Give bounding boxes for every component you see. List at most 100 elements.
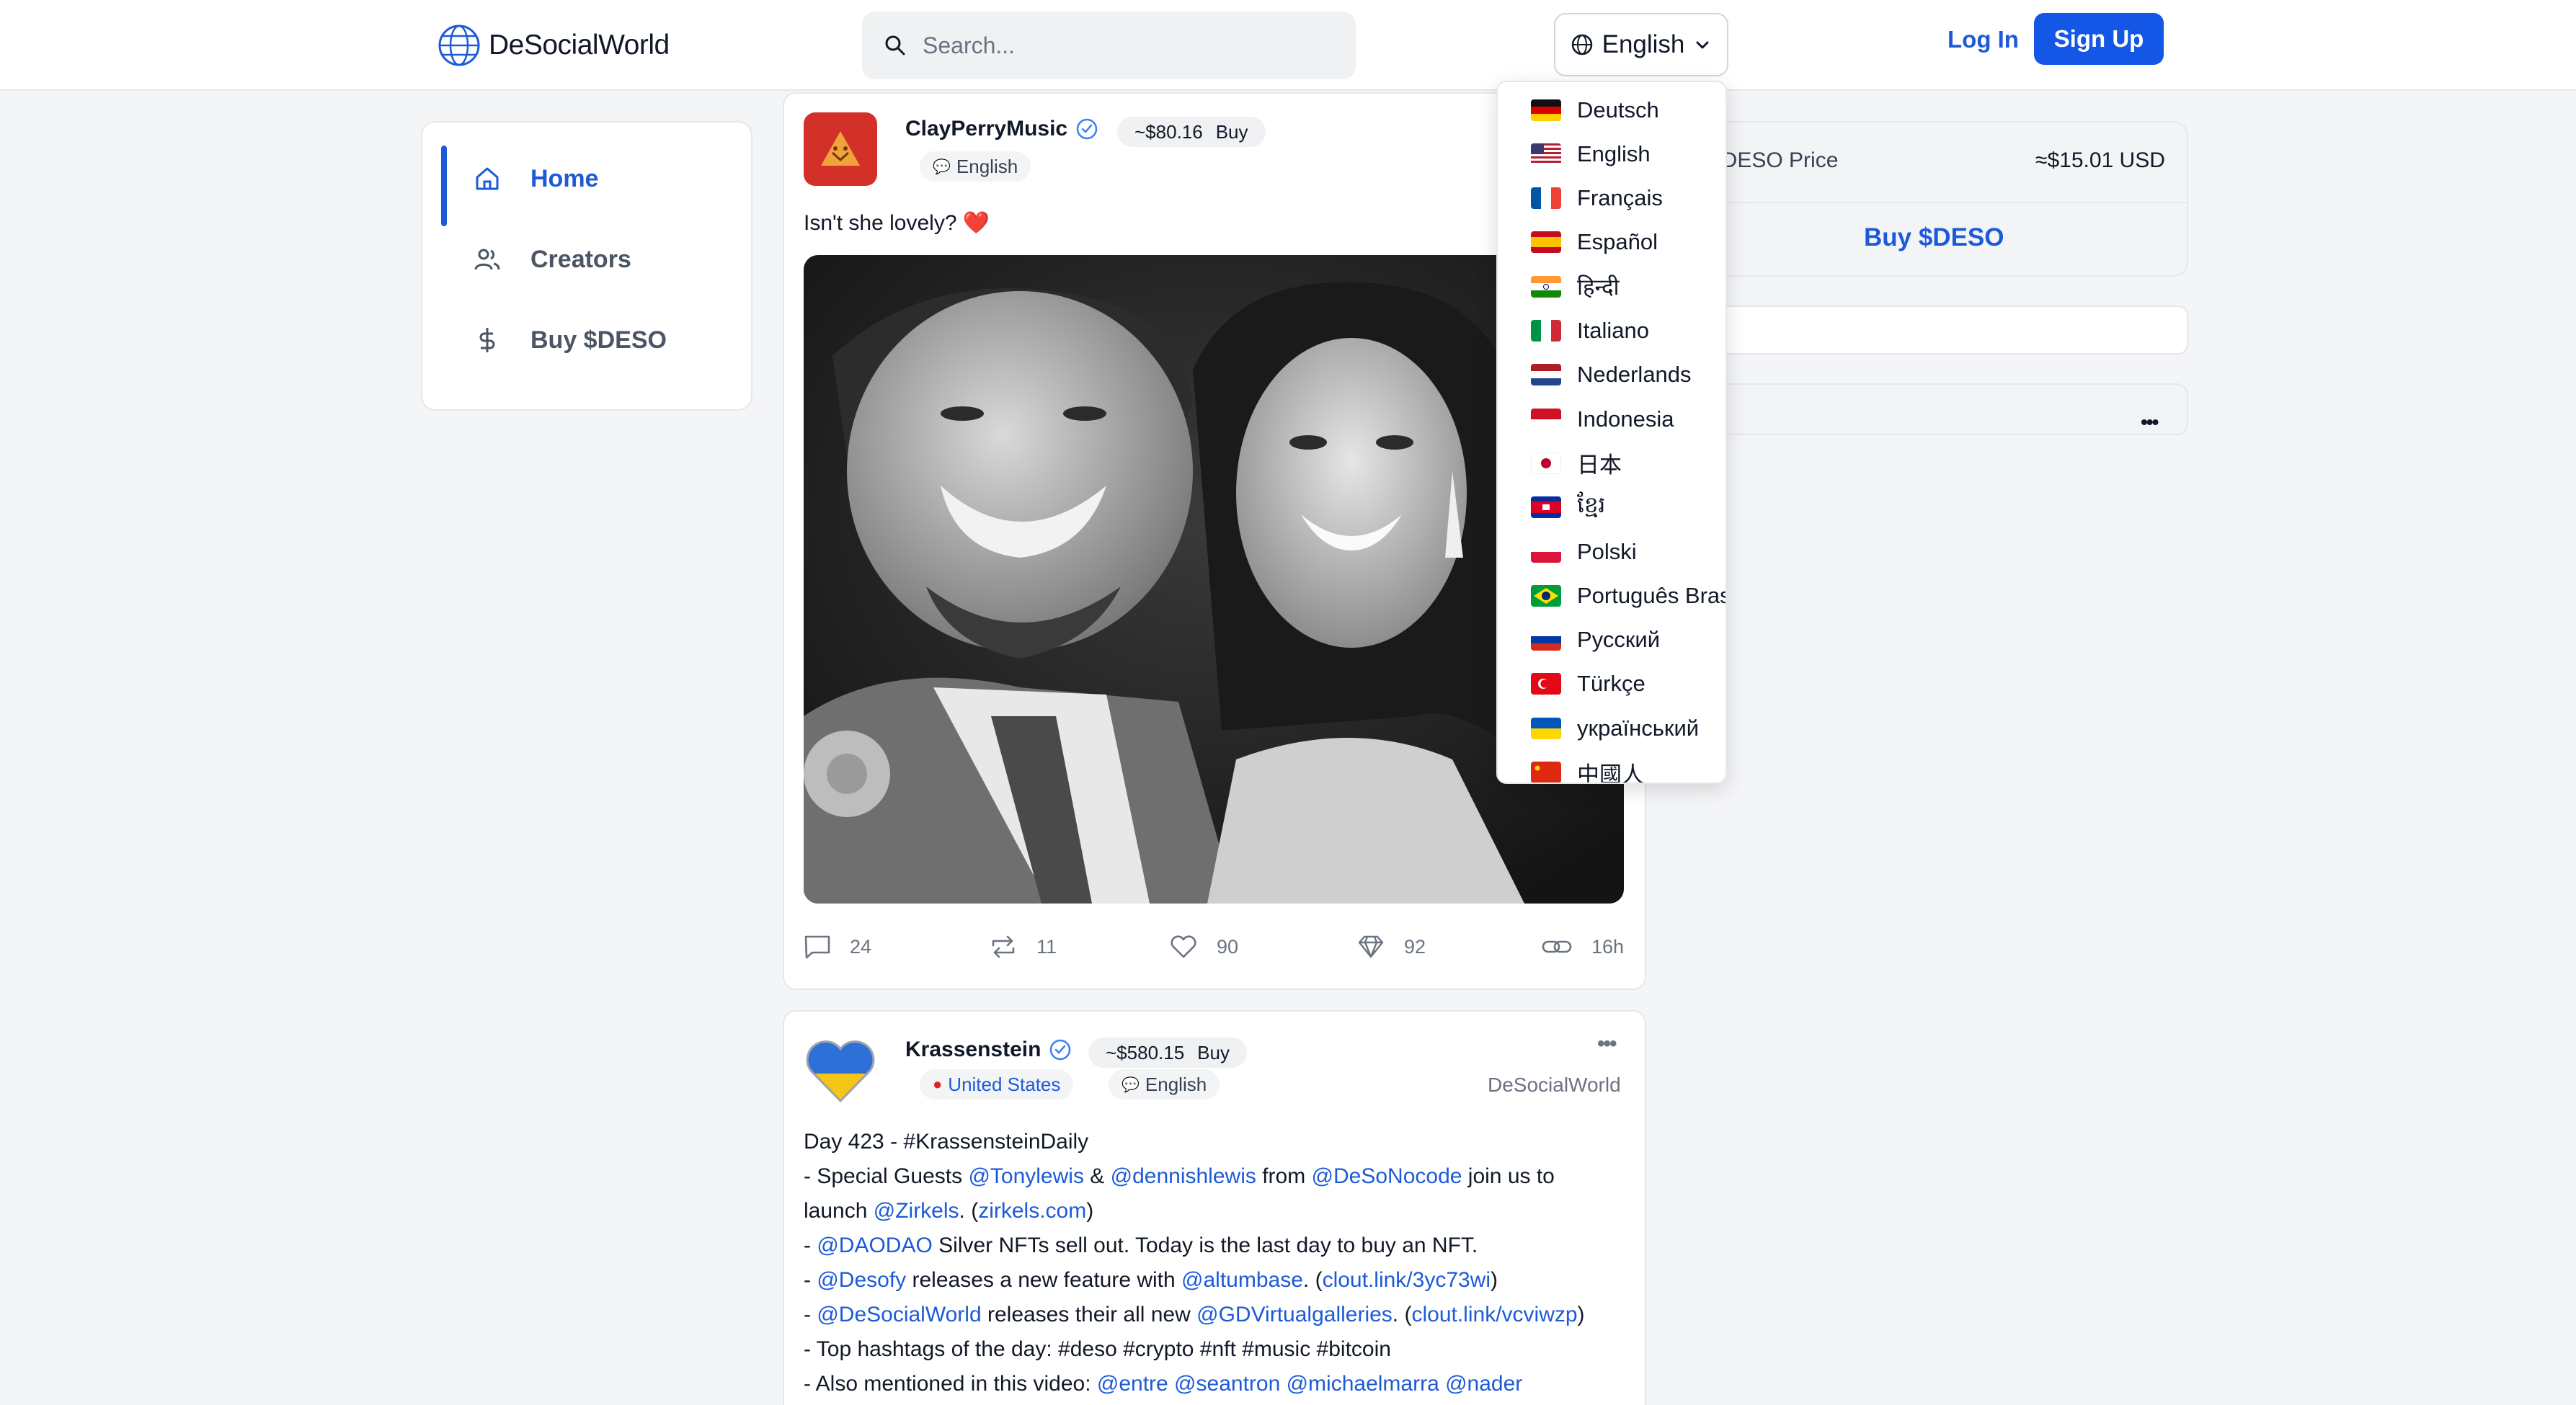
language-option-tr[interactable]: Türkçe <box>1498 662 1726 706</box>
sidebar-item-creators[interactable]: Creators <box>444 225 732 294</box>
flag-tr-icon <box>1531 673 1561 695</box>
inline-link[interactable]: @altumbase <box>1181 1268 1303 1292</box>
post-text-segment: Day 423 - #KrassensteinDaily <box>804 1130 1089 1154</box>
comment-count: 24 <box>850 935 872 958</box>
language-selector[interactable]: English <box>1554 13 1728 76</box>
username[interactable]: ClayPerryMusic <box>905 117 1067 141</box>
language-option-label: Русский <box>1577 627 1661 653</box>
more-options-icon[interactable]: ••• <box>2141 411 2159 434</box>
language-option-label: ខ្មែរ <box>1577 491 1606 517</box>
buy-coin-button[interactable]: Buy <box>1216 121 1248 143</box>
inline-link[interactable]: @GDVirtualgalleries <box>1196 1303 1393 1326</box>
avatar[interactable] <box>804 112 877 186</box>
sidebar-panel <box>1676 305 2188 354</box>
language-option-label: Polski <box>1577 538 1637 564</box>
flag-fr-icon <box>1531 187 1561 210</box>
language-option-id[interactable]: Indonesia <box>1498 397 1726 441</box>
post-text-segment: releases a new feature with <box>906 1268 1182 1292</box>
repost-button[interactable]: 11 <box>989 934 1057 960</box>
location-tag[interactable]: ● United States <box>920 1069 1074 1100</box>
language-selector-label: English <box>1602 30 1685 58</box>
inline-link[interactable]: @entre @seantron @michaelmarra @nader <box>1097 1372 1522 1396</box>
search-bar[interactable] <box>862 12 1356 79</box>
post-author[interactable]: ClayPerryMusic <box>905 117 1099 141</box>
deso-price-label: $DESO Price <box>1710 148 1839 172</box>
flag-ru-icon <box>1531 629 1561 651</box>
language-tag-label: English <box>1145 1073 1207 1095</box>
flag-cn-icon <box>1531 762 1561 782</box>
inline-link[interactable]: @DeSoNocode <box>1312 1164 1462 1188</box>
language-option-ru[interactable]: Русский <box>1498 618 1726 662</box>
inline-link[interactable]: @DeSocialWorld <box>817 1303 981 1326</box>
sidebar-item-home[interactable]: Home <box>444 144 732 213</box>
more-options-icon[interactable]: ••• <box>1597 1032 1617 1056</box>
post-text-segment: Silver NFTs sell out. Today is the last … <box>932 1234 1478 1257</box>
search-input[interactable] <box>923 32 1326 59</box>
post-text-segment: from <box>1256 1164 1312 1188</box>
language-option-label: Español <box>1577 229 1658 255</box>
comment-button[interactable]: 24 <box>804 934 871 960</box>
login-link[interactable]: Log In <box>1947 26 2019 53</box>
sidebar-item-buy-deso[interactable]: Buy $DESO <box>444 305 732 375</box>
avatar[interactable] <box>804 1033 877 1107</box>
map-pin-icon: ● <box>933 1075 943 1093</box>
language-option-nl[interactable]: Nederlands <box>1498 353 1726 397</box>
creator-coin-pill[interactable]: ~$80.16 Buy <box>1117 117 1266 147</box>
flag-id-icon <box>1531 408 1561 430</box>
language-option-it[interactable]: Italiano <box>1498 309 1726 353</box>
copy-link-button[interactable]: 16h <box>1541 934 1624 960</box>
language-option-us[interactable]: English <box>1498 132 1726 176</box>
flag-in-icon <box>1531 275 1561 298</box>
post-line: - Top hashtags of the day: #deso #crypto… <box>804 1332 1633 1367</box>
sidebar-item-label: Home <box>530 164 599 192</box>
language-option-label: Indonesia <box>1577 406 1674 432</box>
language-option-ua[interactable]: український <box>1498 706 1726 750</box>
search-icon <box>885 35 905 55</box>
language-option-fr[interactable]: Français <box>1498 177 1726 220</box>
language-option-cn[interactable]: 中國人 <box>1498 751 1726 784</box>
inline-link[interactable]: @DAODAO <box>817 1234 932 1257</box>
inline-link[interactable]: clout.link/3yc73wi <box>1323 1268 1491 1292</box>
inline-link[interactable]: @Desofy <box>817 1268 906 1292</box>
language-option-label: 中國人 <box>1577 762 1644 784</box>
dollar-icon <box>479 328 495 352</box>
verified-icon <box>1076 118 1098 140</box>
diamond-button[interactable]: 92 <box>1356 934 1426 960</box>
buy-coin-button[interactable]: Buy <box>1197 1042 1230 1064</box>
language-tag: 💬 English <box>1109 1069 1220 1100</box>
sidebar-item-label: Creators <box>530 245 631 273</box>
chevron-down-icon <box>1696 41 1709 49</box>
creator-coin-pill[interactable]: ~$580.15 Buy <box>1088 1038 1247 1068</box>
username[interactable]: Krassenstein <box>905 1038 1041 1062</box>
signup-button[interactable]: Sign Up <box>2034 13 2164 65</box>
users-icon <box>474 249 500 270</box>
avatar-art-icon <box>821 131 860 166</box>
inline-link[interactable]: @Tonylewis <box>968 1164 1084 1188</box>
inline-link[interactable]: zirkels.com <box>978 1199 1086 1223</box>
language-option-pl[interactable]: Polski <box>1498 530 1726 574</box>
language-option-kh[interactable]: ខ្មែរ <box>1498 486 1726 530</box>
inline-link[interactable]: @Zirkels <box>874 1199 959 1223</box>
language-option-in[interactable]: हिन्दी <box>1498 264 1726 308</box>
post-author[interactable]: Krassenstein <box>905 1038 1072 1062</box>
inline-link[interactable]: @dennishlewis <box>1111 1164 1256 1188</box>
brand-logo[interactable]: DeSocialWorld <box>437 22 670 69</box>
post-text-segment: . ( <box>959 1199 979 1223</box>
language-option-jp[interactable]: 日本 <box>1498 441 1726 485</box>
flag-br-icon <box>1531 584 1561 607</box>
post-text-segment: . ( <box>1392 1303 1412 1326</box>
post-text-segment: ) <box>1086 1199 1094 1223</box>
language-option-br[interactable]: Português Bras <box>1498 574 1726 617</box>
sidebar-panel <box>1676 383 2188 435</box>
flag-us-icon <box>1531 143 1561 165</box>
language-option-de[interactable]: Deutsch <box>1498 88 1726 132</box>
deso-price-value: ≈$15.01 USD <box>2035 148 2165 172</box>
buy-deso-link[interactable]: Buy $DESO <box>1864 223 2004 252</box>
post-text-segment: launch <box>804 1199 874 1223</box>
post-line: - @DAODAO Silver NFTs sell out. Today is… <box>804 1228 1633 1263</box>
like-button[interactable]: 90 <box>1169 934 1238 960</box>
inline-link[interactable]: clout.link/vcviwzp <box>1411 1303 1577 1326</box>
active-indicator <box>441 146 447 226</box>
repost-icon <box>992 935 1015 958</box>
language-option-es[interactable]: Español <box>1498 220 1726 264</box>
